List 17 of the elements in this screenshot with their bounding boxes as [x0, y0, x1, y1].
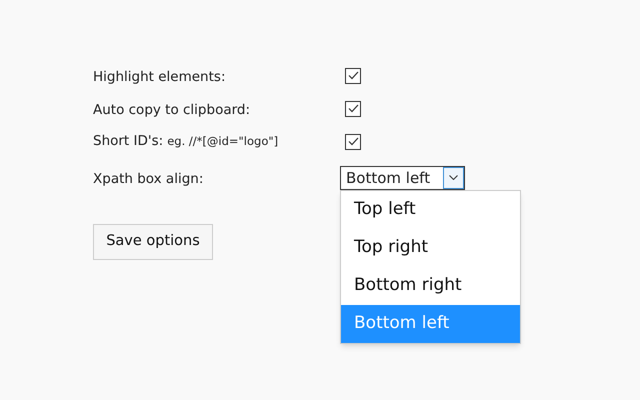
- checkbox[interactable]: [345, 134, 361, 150]
- dropdown-option[interactable]: Top right: [341, 228, 520, 266]
- option-label: Short ID's:: [93, 132, 164, 152]
- checkmark-icon: [348, 104, 358, 113]
- chevron-down-icon: [449, 175, 458, 180]
- save-button[interactable]: Save options: [93, 224, 213, 260]
- option-hint: eg. //*[@id="logo"]: [167, 133, 278, 150]
- checkmark-icon: [348, 137, 358, 146]
- checkbox[interactable]: [345, 68, 361, 84]
- dropdown-select[interactable]: Bottom left: [340, 166, 465, 190]
- dropdown-option[interactable]: Top left: [341, 190, 520, 228]
- checkbox[interactable]: [345, 100, 361, 116]
- checkmark-icon: [348, 71, 358, 80]
- option-label: Xpath box align:: [93, 170, 204, 186]
- option-label: Auto copy to clipboard:: [93, 102, 250, 118]
- dropdown-option[interactable]: Bottom right: [341, 266, 520, 304]
- option-label: Highlight elements:: [93, 68, 226, 84]
